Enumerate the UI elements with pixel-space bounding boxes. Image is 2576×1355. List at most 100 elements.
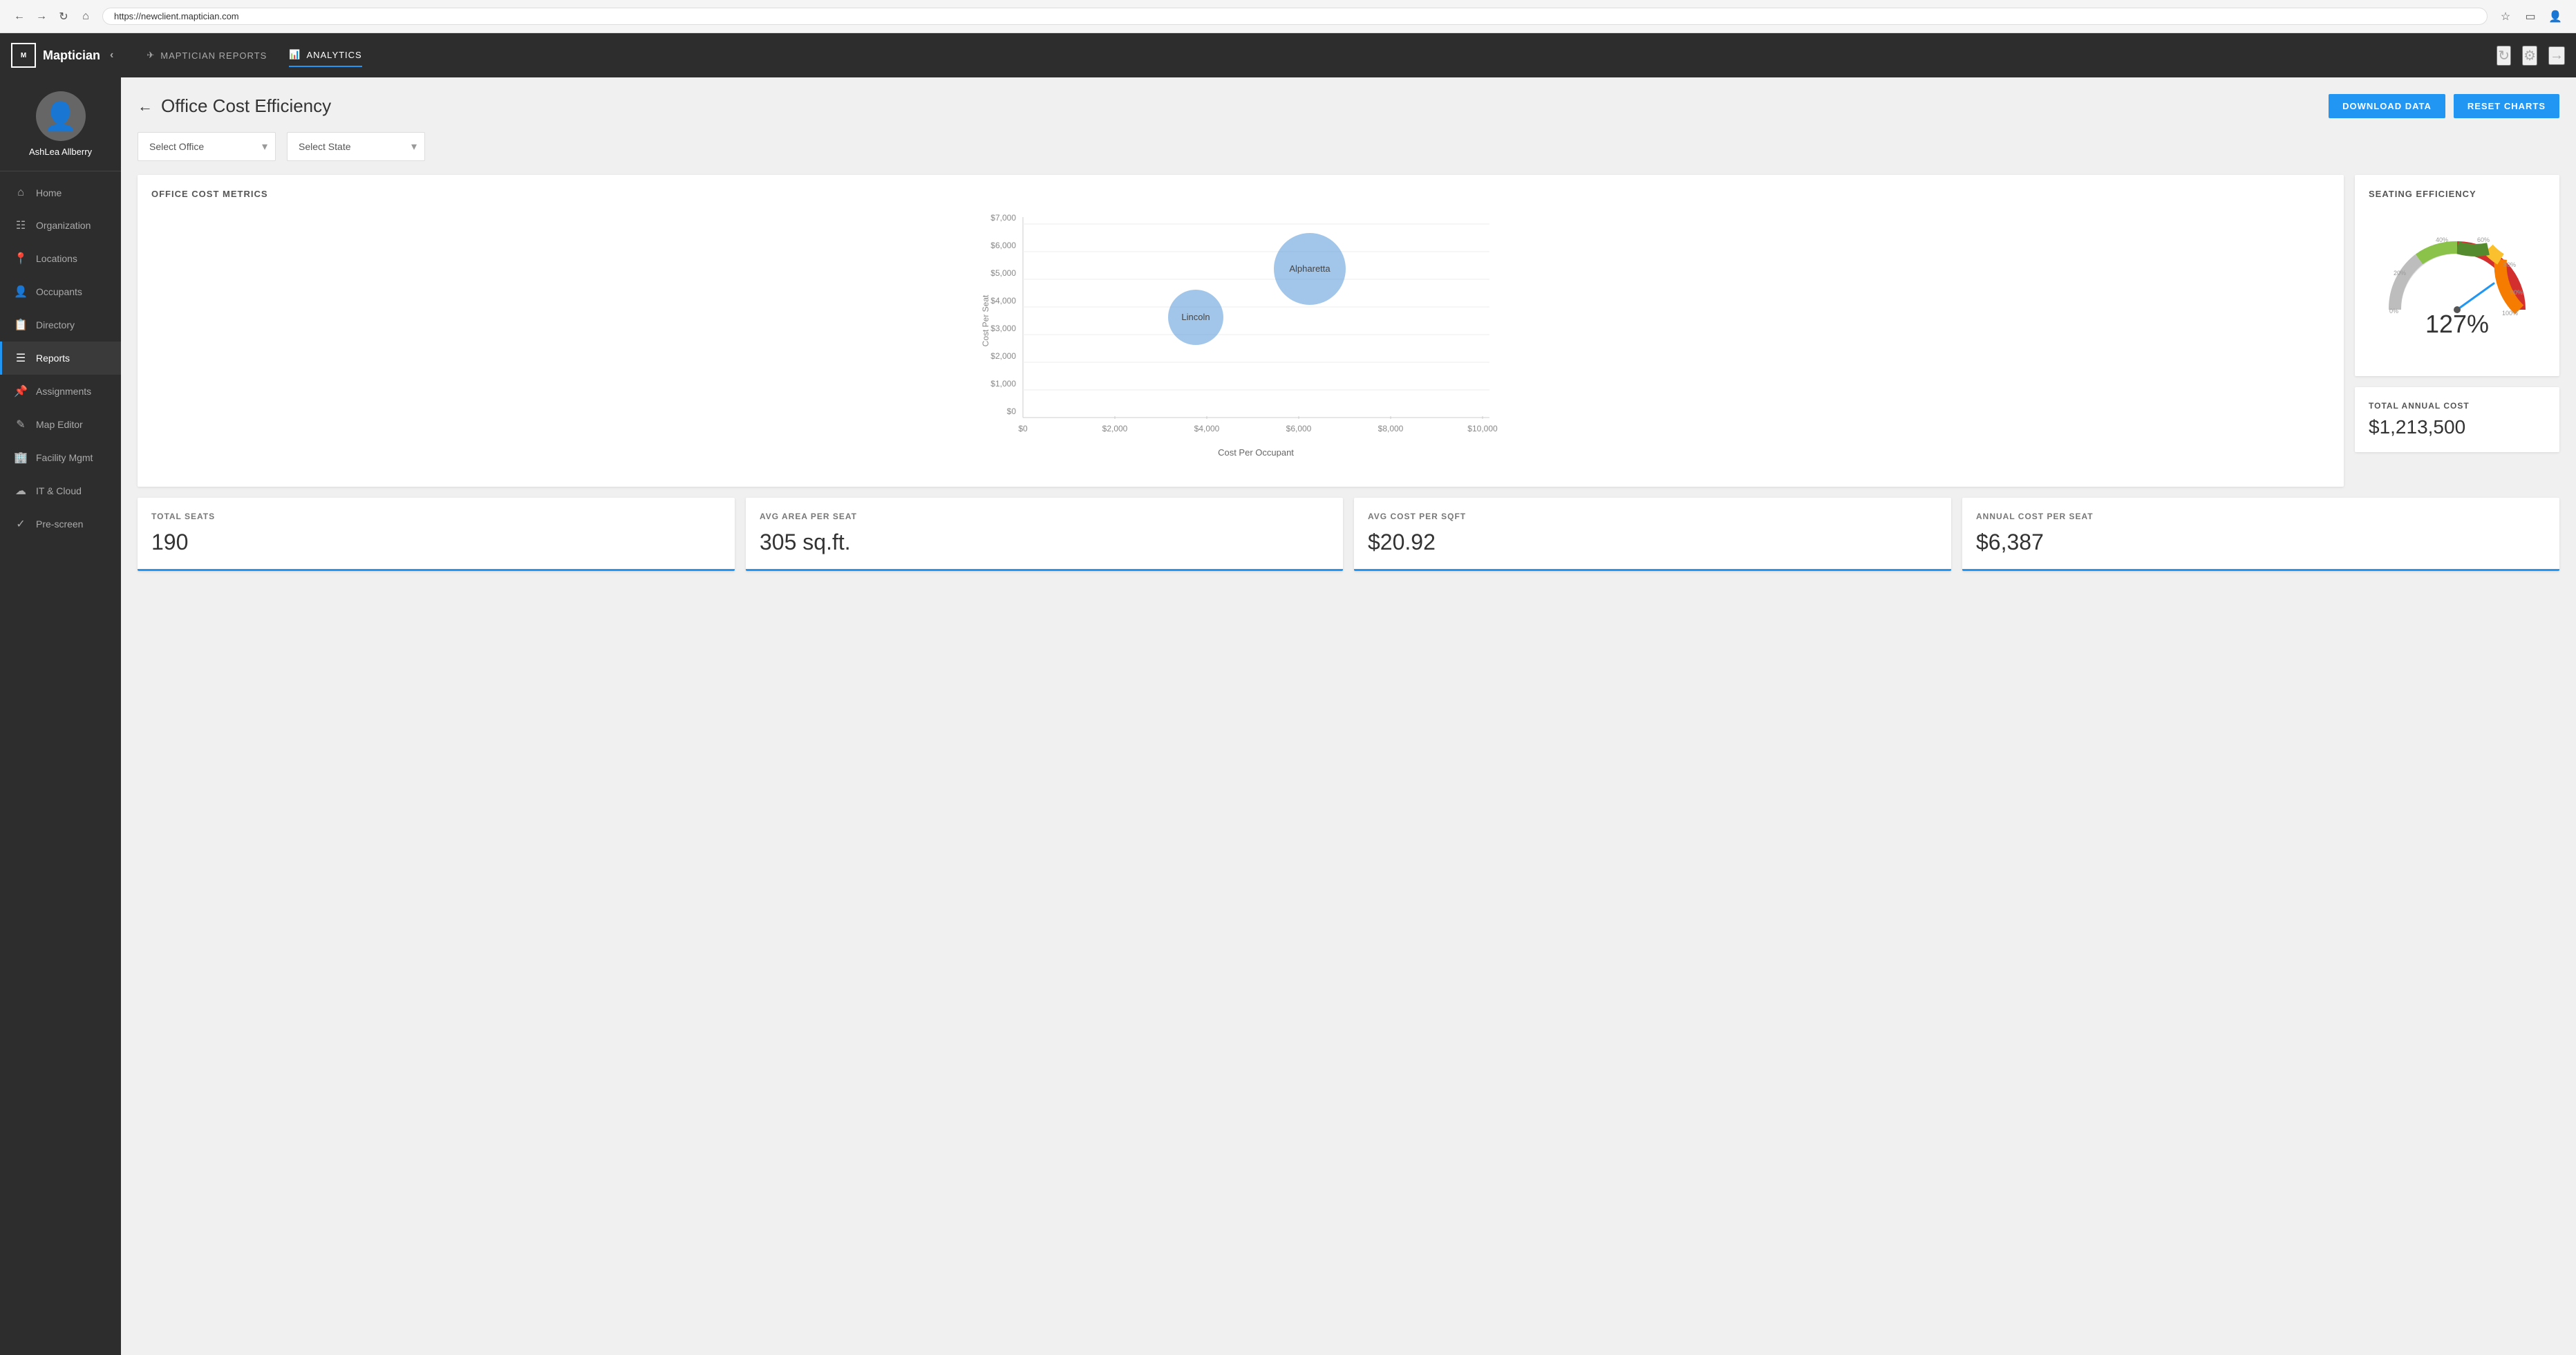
browser-profile-button[interactable]: 👤 — [2546, 7, 2565, 26]
sidebar-label-locations: Locations — [36, 253, 77, 264]
sidebar-label-occupants: Occupants — [36, 286, 82, 297]
nav-maptician-reports[interactable]: ✈ MAPTICIAN REPORTS — [147, 44, 267, 67]
sidebar-item-reports[interactable]: ☰ Reports — [0, 342, 121, 375]
page-header: ← Office Cost Efficiency DOWNLOAD DATA R… — [138, 94, 2559, 118]
svg-text:20%: 20% — [2394, 270, 2406, 277]
browser-home-button[interactable]: ⌂ — [77, 8, 94, 25]
reset-charts-button[interactable]: RESET CHARTS — [2454, 94, 2559, 118]
browser-back-button[interactable]: ← — [11, 8, 28, 25]
user-profile: 👤 AshLea Allberry — [0, 77, 121, 171]
select-state[interactable]: Select State — [287, 132, 425, 161]
svg-text:Alpharetta: Alpharetta — [1289, 263, 1331, 274]
avg-area-value: 305 sq.ft. — [760, 530, 1329, 555]
scatter-chart: $0 $1,000 $2,000 $3,000 $4,000 $5,000 $6… — [151, 210, 2330, 473]
browser-url-bar[interactable]: https://newclient.maptician.com — [102, 8, 2488, 25]
svg-text:100%: 100% — [2502, 310, 2518, 317]
top-nav-right: ↻ ⚙ → — [2497, 46, 2565, 66]
svg-text:Lincoln: Lincoln — [1181, 312, 1210, 322]
svg-text:$5,000: $5,000 — [990, 268, 1016, 278]
app-container: M Maptician ‹ ✈ MAPTICIAN REPORTS 📊 ANAL… — [0, 33, 2576, 1355]
sidebar-label-directory: Directory — [36, 319, 75, 330]
avatar-person-icon: 👤 — [44, 100, 78, 133]
sidebar-label-organization: Organization — [36, 220, 91, 231]
annual-cost-label: TOTAL ANNUAL COST — [2369, 401, 2546, 411]
svg-text:$7,000: $7,000 — [990, 213, 1016, 223]
sidebar-item-prescreen[interactable]: ✓ Pre-screen — [0, 507, 121, 541]
total-seats-value: 190 — [151, 530, 721, 555]
svg-text:$8,000: $8,000 — [1378, 424, 1404, 433]
sidebar-item-locations[interactable]: 📍 Locations — [0, 242, 121, 275]
page-title: Office Cost Efficiency — [161, 95, 331, 117]
avg-cost-sqft-value: $20.92 — [1368, 530, 1937, 555]
refresh-icon-button[interactable]: ↻ — [2497, 46, 2511, 66]
analytics-nav-icon: 📊 — [289, 49, 301, 60]
browser-bookmark-button[interactable]: ☆ — [2496, 7, 2515, 26]
annual-cost-value: $1,213,500 — [2369, 416, 2546, 438]
download-data-button[interactable]: DOWNLOAD DATA — [2329, 94, 2445, 118]
page-title-area: ← Office Cost Efficiency — [138, 95, 331, 117]
stat-card-annual-cost-seat: ANNUAL COST PER SEAT $6,387 — [1962, 498, 2559, 571]
office-cost-metrics-title: OFFICE COST METRICS — [151, 189, 2330, 199]
browser-refresh-button[interactable]: ↻ — [55, 8, 72, 25]
sidebar-item-home[interactable]: ⌂ Home — [0, 177, 121, 209]
sidebar-label-facility-mgmt: Facility Mgmt — [36, 452, 93, 463]
reports-nav-icon: ✈ — [147, 50, 155, 61]
stat-card-total-seats: TOTAL SEATS 190 — [138, 498, 735, 571]
stats-row: TOTAL SEATS 190 AVG AREA PER SEAT 305 sq… — [138, 498, 2559, 571]
avg-cost-sqft-label: AVG COST PER SQFT — [1368, 512, 1937, 521]
svg-text:40%: 40% — [2436, 236, 2448, 243]
sidebar-item-map-editor[interactable]: ✎ Map Editor — [0, 408, 121, 441]
svg-text:$6,000: $6,000 — [1286, 424, 1312, 433]
header-actions: DOWNLOAD DATA RESET CHARTS — [2329, 94, 2559, 118]
organization-icon: ☷ — [14, 218, 28, 232]
charts-row: OFFICE COST METRICS $0 $1,000 $2,000 $3,… — [138, 175, 2559, 487]
svg-text:0%: 0% — [2389, 308, 2398, 315]
directory-icon: 📋 — [14, 318, 28, 332]
seating-efficiency-card: SEATING EFFICIENCY — [2355, 175, 2559, 376]
occupants-icon: 👤 — [14, 285, 28, 299]
browser-cast-button[interactable]: ▭ — [2521, 7, 2540, 26]
sidebar-collapse-button[interactable]: ‹ — [110, 49, 113, 62]
it-cloud-icon: ☁ — [14, 484, 28, 498]
prescreen-icon: ✓ — [14, 517, 28, 531]
sidebar-label-map-editor: Map Editor — [36, 419, 83, 430]
signout-icon-button[interactable]: → — [2548, 46, 2565, 65]
stat-card-avg-cost-sqft: AVG COST PER SQFT $20.92 — [1354, 498, 1951, 571]
logo-area: M Maptician ‹ — [11, 43, 113, 68]
browser-forward-button[interactable]: → — [33, 8, 50, 25]
sidebar-label-home: Home — [36, 187, 62, 198]
sidebar-item-it-cloud[interactable]: ☁ IT & Cloud — [0, 474, 121, 507]
annual-cost-card: TOTAL ANNUAL COST $1,213,500 — [2355, 387, 2559, 452]
svg-text:80%: 80% — [2503, 261, 2516, 268]
top-navigation: M Maptician ‹ ✈ MAPTICIAN REPORTS 📊 ANAL… — [0, 33, 2576, 77]
svg-text:$2,000: $2,000 — [990, 351, 1016, 361]
svg-text:$10,000: $10,000 — [1467, 424, 1498, 433]
settings-icon-button[interactable]: ⚙ — [2522, 46, 2537, 66]
reports-nav-label: MAPTICIAN REPORTS — [160, 50, 267, 61]
browser-chrome: ← → ↻ ⌂ https://newclient.maptician.com … — [0, 0, 2576, 33]
svg-text:$4,000: $4,000 — [1194, 424, 1220, 433]
sidebar-item-assignments[interactable]: 📌 Assignments — [0, 375, 121, 408]
sidebar-label-it-cloud: IT & Cloud — [36, 485, 82, 496]
sidebar-item-occupants[interactable]: 👤 Occupants — [0, 275, 121, 308]
svg-text:$0: $0 — [1007, 406, 1017, 416]
sidebar-item-directory[interactable]: 📋 Directory — [0, 308, 121, 342]
sidebar-item-facility-mgmt[interactable]: 🏢 Facility Mgmt — [0, 441, 121, 474]
sidebar-label-prescreen: Pre-screen — [36, 518, 83, 530]
top-nav-links: ✈ MAPTICIAN REPORTS 📊 ANALYTICS — [147, 44, 361, 67]
back-button[interactable]: ← — [138, 97, 153, 115]
sidebar-item-organization[interactable]: ☷ Organization — [0, 209, 121, 242]
reports-icon: ☰ — [14, 351, 28, 365]
scatter-svg: $0 $1,000 $2,000 $3,000 $4,000 $5,000 $6… — [151, 210, 2330, 473]
svg-text:$1,000: $1,000 — [990, 379, 1016, 389]
svg-text:$0: $0 — [1018, 424, 1028, 433]
select-office[interactable]: Select Office — [138, 132, 276, 161]
user-name: AshLea Allberry — [29, 147, 92, 157]
nav-analytics[interactable]: 📊 ANALYTICS — [289, 44, 361, 67]
logo-text: Maptician — [43, 48, 100, 63]
svg-text:$6,000: $6,000 — [990, 241, 1016, 250]
svg-text:$2,000: $2,000 — [1102, 424, 1128, 433]
assignments-icon: 📌 — [14, 384, 28, 398]
avatar: 👤 — [36, 91, 86, 141]
sidebar: 👤 AshLea Allberry ⌂ Home ☷ Organization … — [0, 77, 121, 1355]
